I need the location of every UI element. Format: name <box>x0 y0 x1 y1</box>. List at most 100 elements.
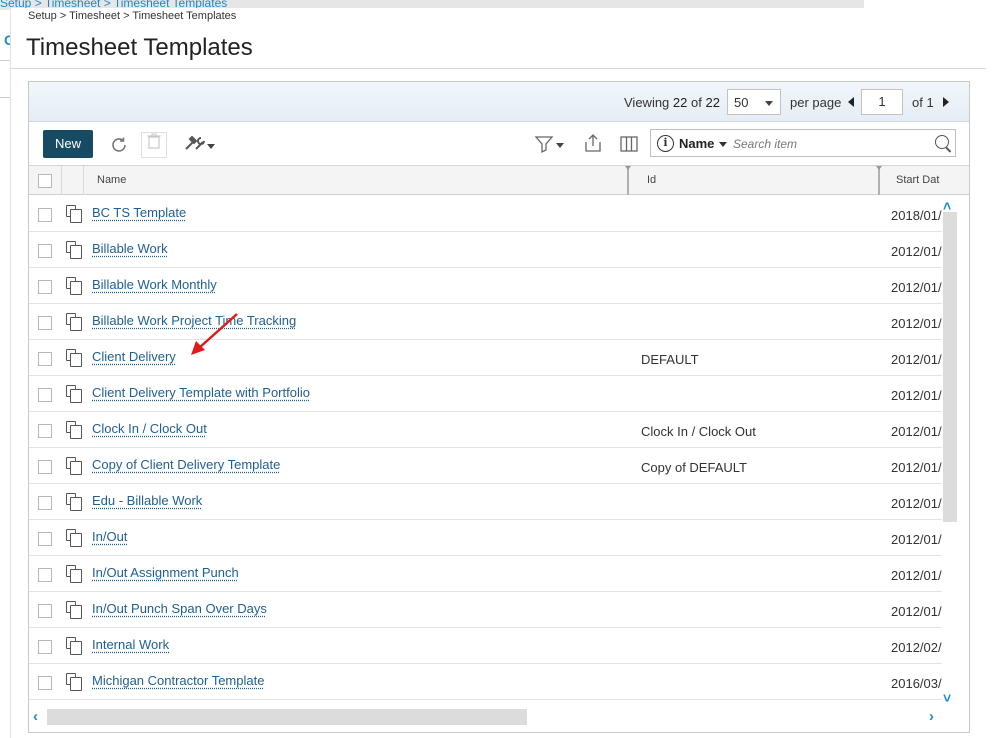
grid-toolbar: New i Name Search item <box>29 122 969 166</box>
table-row: In/Out Assignment Punch 2012/01/ <box>29 556 942 592</box>
tools-chevron-down-icon[interactable] <box>207 144 215 149</box>
copy-icon[interactable] <box>66 637 82 655</box>
row-checkbox[interactable] <box>38 424 52 438</box>
search-input[interactable] <box>733 134 923 154</box>
copy-icon[interactable] <box>66 673 82 691</box>
row-checkbox[interactable] <box>38 460 52 474</box>
row-checkbox[interactable] <box>38 604 52 618</box>
template-name-link[interactable]: In/Out Assignment Punch <box>92 565 239 580</box>
column-header-start-date[interactable]: Start Dat <box>896 174 939 186</box>
template-name-link[interactable]: BC TS Template <box>92 205 186 220</box>
template-name-link[interactable]: Clock In / Clock Out <box>92 421 207 436</box>
vertical-scroll-thumb[interactable] <box>943 212 957 522</box>
table-row: Billable Work 2012/01/ <box>29 232 942 268</box>
search-field-select[interactable]: Name <box>679 136 714 151</box>
table-row: Billable Work Monthly 2012/01/ <box>29 268 942 304</box>
template-start-date: 2012/01/ <box>891 460 942 475</box>
row-checkbox[interactable] <box>38 532 52 546</box>
copy-icon[interactable] <box>66 313 82 331</box>
template-name-link[interactable]: In/Out <box>92 529 127 544</box>
columns-icon[interactable] <box>619 134 639 157</box>
copy-icon[interactable] <box>66 349 82 367</box>
breadcrumb[interactable]: Setup > Timesheet > Timesheet Templates <box>28 10 236 22</box>
template-name-link[interactable]: Copy of Client Delivery Template <box>92 457 280 472</box>
copy-icon[interactable] <box>66 277 82 295</box>
template-name-link[interactable]: Billable Work <box>92 241 168 256</box>
template-start-date: 2018/01/ <box>891 208 942 223</box>
scroll-down-icon[interactable]: ˅ <box>943 690 951 706</box>
row-checkbox[interactable] <box>38 208 52 222</box>
row-checkbox[interactable] <box>38 316 52 330</box>
annotation-arrow-icon <box>191 313 238 355</box>
copy-icon[interactable] <box>66 457 82 475</box>
row-checkbox[interactable] <box>38 352 52 366</box>
template-start-date: 2012/01/ <box>891 496 942 511</box>
templates-grid: Viewing 22 of 22 50 per page 1 of 1 New <box>28 81 970 733</box>
viewing-total: 22 <box>705 95 720 110</box>
scroll-right-icon[interactable]: › <box>929 708 934 725</box>
info-icon[interactable]: i <box>657 135 674 152</box>
new-button[interactable]: New <box>43 130 93 158</box>
template-start-date: 2012/01/ <box>891 244 942 259</box>
pager-bar: Viewing 22 of 22 50 per page 1 of 1 <box>29 82 969 122</box>
column-resize-handle[interactable] <box>878 166 880 195</box>
row-checkbox[interactable] <box>38 280 52 294</box>
previous-page-icon[interactable] <box>848 97 854 107</box>
copy-icon[interactable] <box>66 241 82 259</box>
copy-icon[interactable] <box>66 493 82 511</box>
next-page-icon[interactable] <box>943 97 949 107</box>
page-number-input[interactable]: 1 <box>861 89 903 115</box>
scroll-left-icon[interactable]: ‹ <box>33 708 38 725</box>
horizontal-scroll-thumb[interactable] <box>47 709 527 725</box>
horizontal-scrollbar[interactable]: ‹ › <box>29 708 957 726</box>
template-id: Copy of DEFAULT <box>641 460 747 475</box>
viewing-summary: Viewing 22 of 22 <box>624 95 720 110</box>
template-name-link[interactable]: Client Delivery <box>92 349 176 364</box>
row-checkbox[interactable] <box>38 640 52 654</box>
vertical-scrollbar[interactable]: ˄ ˅ <box>942 196 957 708</box>
filter-icon[interactable] <box>534 134 554 157</box>
template-name-link[interactable]: Client Delivery Template with Portfolio <box>92 385 310 400</box>
table-row: Copy of Client Delivery Template Copy of … <box>29 448 942 484</box>
filter-chevron-down-icon[interactable] <box>556 143 564 148</box>
trash-icon[interactable] <box>141 132 167 158</box>
page-of-label: of 1 <box>912 95 934 110</box>
viewing-of-label: of <box>691 95 702 110</box>
row-checkbox[interactable] <box>38 496 52 510</box>
copy-icon[interactable] <box>66 421 82 439</box>
tools-icon[interactable] <box>184 135 206 156</box>
template-name-link[interactable]: Internal Work <box>92 637 169 652</box>
table-row: Clock In / Clock Out Clock In / Clock Out… <box>29 412 942 448</box>
copy-icon[interactable] <box>66 565 82 583</box>
table-row: In/Out Punch Span Over Days 2012/01/ <box>29 592 942 628</box>
refresh-icon[interactable] <box>109 135 129 158</box>
template-name-link[interactable]: In/Out Punch Span Over Days <box>92 601 267 616</box>
per-page-label: per page <box>790 95 842 110</box>
column-resize-handle[interactable] <box>627 166 629 195</box>
template-name-link[interactable]: Edu - Billable Work <box>92 493 202 508</box>
row-checkbox[interactable] <box>38 244 52 258</box>
copy-icon[interactable] <box>66 529 82 547</box>
select-all-checkbox[interactable] <box>38 174 52 188</box>
column-header-name[interactable]: Name <box>97 174 126 186</box>
template-name-link[interactable]: Michigan Contractor Template <box>92 673 264 688</box>
viewing-count: 22 <box>672 95 688 110</box>
table-row-partial <box>29 700 942 708</box>
search-icon[interactable] <box>935 135 949 149</box>
per-page-select[interactable]: 50 <box>727 89 781 115</box>
copy-icon[interactable] <box>66 601 82 619</box>
background-lines <box>0 60 10 250</box>
row-checkbox[interactable] <box>38 388 52 402</box>
copy-icon[interactable] <box>66 205 82 223</box>
copy-icon[interactable] <box>66 385 82 403</box>
template-name-link[interactable]: Billable Work Monthly <box>92 277 217 292</box>
row-checkbox[interactable] <box>38 676 52 690</box>
search-box: i Name <box>650 129 956 157</box>
export-icon[interactable] <box>583 133 603 156</box>
template-start-date: 2012/01/ <box>891 280 942 295</box>
column-header-id[interactable]: Id <box>647 174 656 186</box>
search-field-chevron-down-icon[interactable] <box>719 142 727 147</box>
table-row: Client Delivery DEFAULT 2012/01/ <box>29 340 942 376</box>
table-row: Internal Work 2012/02/ <box>29 628 942 664</box>
row-checkbox[interactable] <box>38 568 52 582</box>
